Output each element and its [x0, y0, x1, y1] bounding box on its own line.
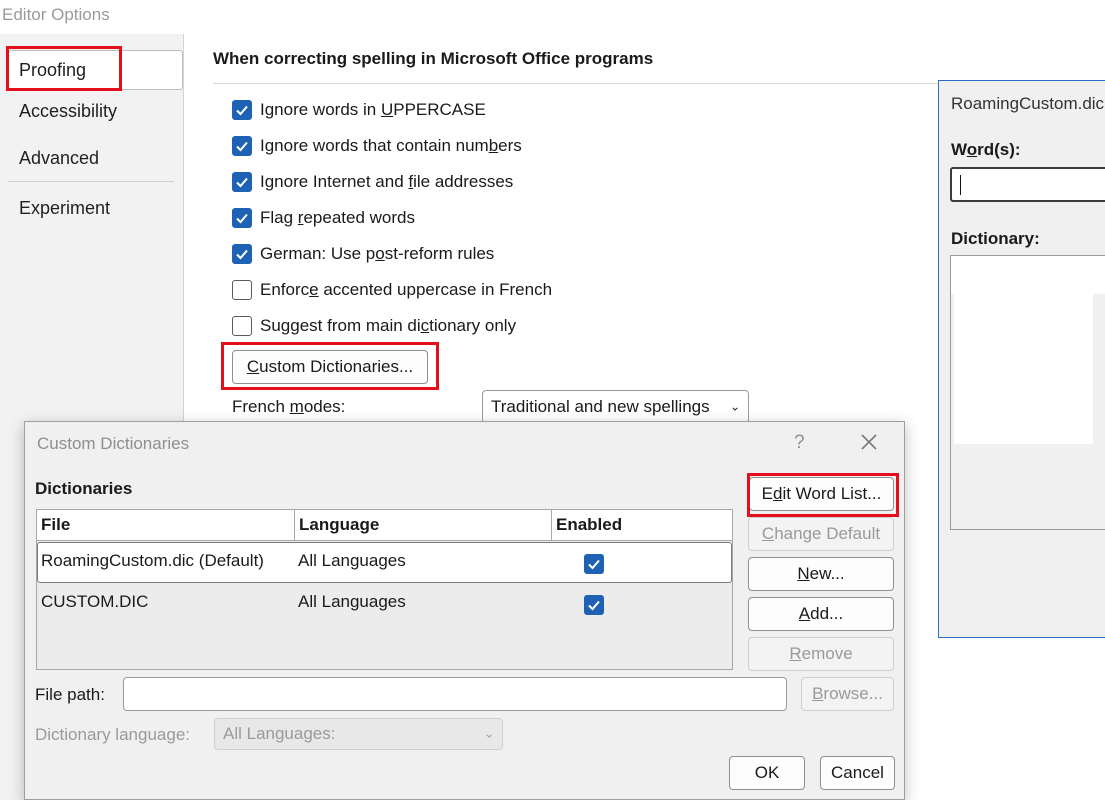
column-header-enabled[interactable]: Enabled [552, 510, 732, 541]
dictionary-language-select[interactable]: All Languages: ⌄ [214, 718, 503, 750]
help-icon[interactable]: ? [794, 432, 805, 454]
option-ignore-numbers[interactable]: Ignore words that contain numbers [232, 135, 522, 157]
option-label: Ignore words that contain numbers [260, 136, 522, 155]
sidebar-item-advanced[interactable]: Advanced [19, 148, 99, 169]
option-label: Suggest from main dictionary only [260, 316, 517, 335]
option-german-post-reform[interactable]: German: Use post-reform rules [232, 243, 494, 265]
chevron-down-icon: ⌄ [729, 399, 740, 414]
checkbox-checked-icon[interactable] [232, 100, 252, 120]
chevron-down-icon: ⌄ [483, 726, 494, 741]
highlight-box-edit-word-list [747, 473, 899, 517]
table-row[interactable]: CUSTOM.DIC All Languages [37, 585, 732, 626]
option-label: Flag repeated words [260, 208, 415, 227]
remove-button[interactable]: Remove [748, 637, 894, 671]
option-suggest-main-dictionary[interactable]: Suggest from main dictionary only [232, 315, 516, 337]
words-label: Word(s): [951, 140, 1021, 159]
close-icon[interactable] [859, 432, 879, 457]
french-modes-label: French modes: [232, 397, 346, 416]
row-file: RoamingCustom.dic (Default) [41, 551, 264, 570]
sidebar-item-experiment[interactable]: Experiment [19, 198, 110, 219]
column-header-language[interactable]: Language [295, 510, 552, 541]
checkbox-checked-icon[interactable] [232, 172, 252, 192]
dictionaries-label: Dictionaries [35, 479, 133, 498]
section-title: When correcting spelling in Microsoft Of… [213, 49, 654, 68]
option-flag-repeated[interactable]: Flag repeated words [232, 207, 415, 229]
row-language: All Languages [298, 592, 406, 611]
file-path-label: File path: [35, 685, 105, 704]
french-modes-value: Traditional and new spellings [491, 397, 710, 416]
option-ignore-internet[interactable]: Ignore Internet and file addresses [232, 171, 513, 193]
browse-button[interactable]: Browse... [801, 677, 894, 711]
french-modes-select[interactable]: Traditional and new spellings ⌄ [482, 390, 749, 424]
sidebar-item-accessibility[interactable]: Accessibility [19, 101, 117, 122]
option-label: Ignore words in UPPERCASE [260, 100, 486, 119]
option-enforce-accented[interactable]: Enforce accented uppercase in French [232, 279, 552, 301]
checkbox-unchecked-icon[interactable] [232, 280, 252, 300]
enabled-checkbox-icon[interactable] [584, 554, 604, 574]
checkbox-checked-icon[interactable] [232, 136, 252, 156]
roaming-dictionary-dialog: RoamingCustom.dic Word(s): Dictionary: [938, 80, 1105, 638]
window-title: Editor Options [2, 5, 110, 24]
words-input[interactable] [950, 167, 1105, 202]
sidebar-divider [8, 181, 174, 182]
highlight-box-proofing [6, 46, 122, 91]
highlight-box-custom-dictionaries [221, 342, 439, 390]
add-button[interactable]: Add... [748, 597, 894, 631]
word-list-area [954, 294, 1093, 444]
dictionary-label: Dictionary: [951, 229, 1040, 248]
ok-button[interactable]: OK [729, 756, 805, 790]
column-header-file[interactable]: File [37, 510, 295, 541]
text-cursor [960, 175, 961, 195]
roaming-dialog-title: RoamingCustom.dic [951, 94, 1105, 113]
row-file: CUSTOM.DIC [41, 592, 149, 611]
option-ignore-uppercase[interactable]: Ignore words in UPPERCASE [232, 99, 486, 121]
dictionary-word-list[interactable] [950, 255, 1105, 530]
table-row[interactable]: RoamingCustom.dic (Default) All Language… [37, 542, 732, 583]
option-label: German: Use post-reform rules [260, 244, 495, 263]
new-button[interactable]: New... [748, 557, 894, 591]
enabled-checkbox-icon[interactable] [584, 595, 604, 615]
file-path-input[interactable] [123, 677, 787, 711]
dictionaries-table: File Language Enabled RoamingCustom.dic … [36, 509, 733, 670]
change-default-button[interactable]: Change Default [748, 517, 894, 551]
custom-dictionaries-dialog: Custom Dictionaries ? Dictionaries File … [24, 421, 905, 800]
row-language: All Languages [298, 551, 406, 570]
checkbox-checked-icon[interactable] [232, 208, 252, 228]
dialog-title: Custom Dictionaries [37, 434, 190, 453]
option-label: Ignore Internet and file addresses [260, 172, 514, 191]
dictionary-language-value: All Languages: [223, 724, 336, 743]
checkbox-checked-icon[interactable] [232, 244, 252, 264]
option-label: Enforce accented uppercase in French [260, 280, 553, 299]
cancel-button[interactable]: Cancel [820, 756, 895, 790]
word-list-header [951, 256, 1105, 294]
checkbox-unchecked-icon[interactable] [232, 316, 252, 336]
dictionary-language-label: Dictionary language: [35, 725, 191, 744]
